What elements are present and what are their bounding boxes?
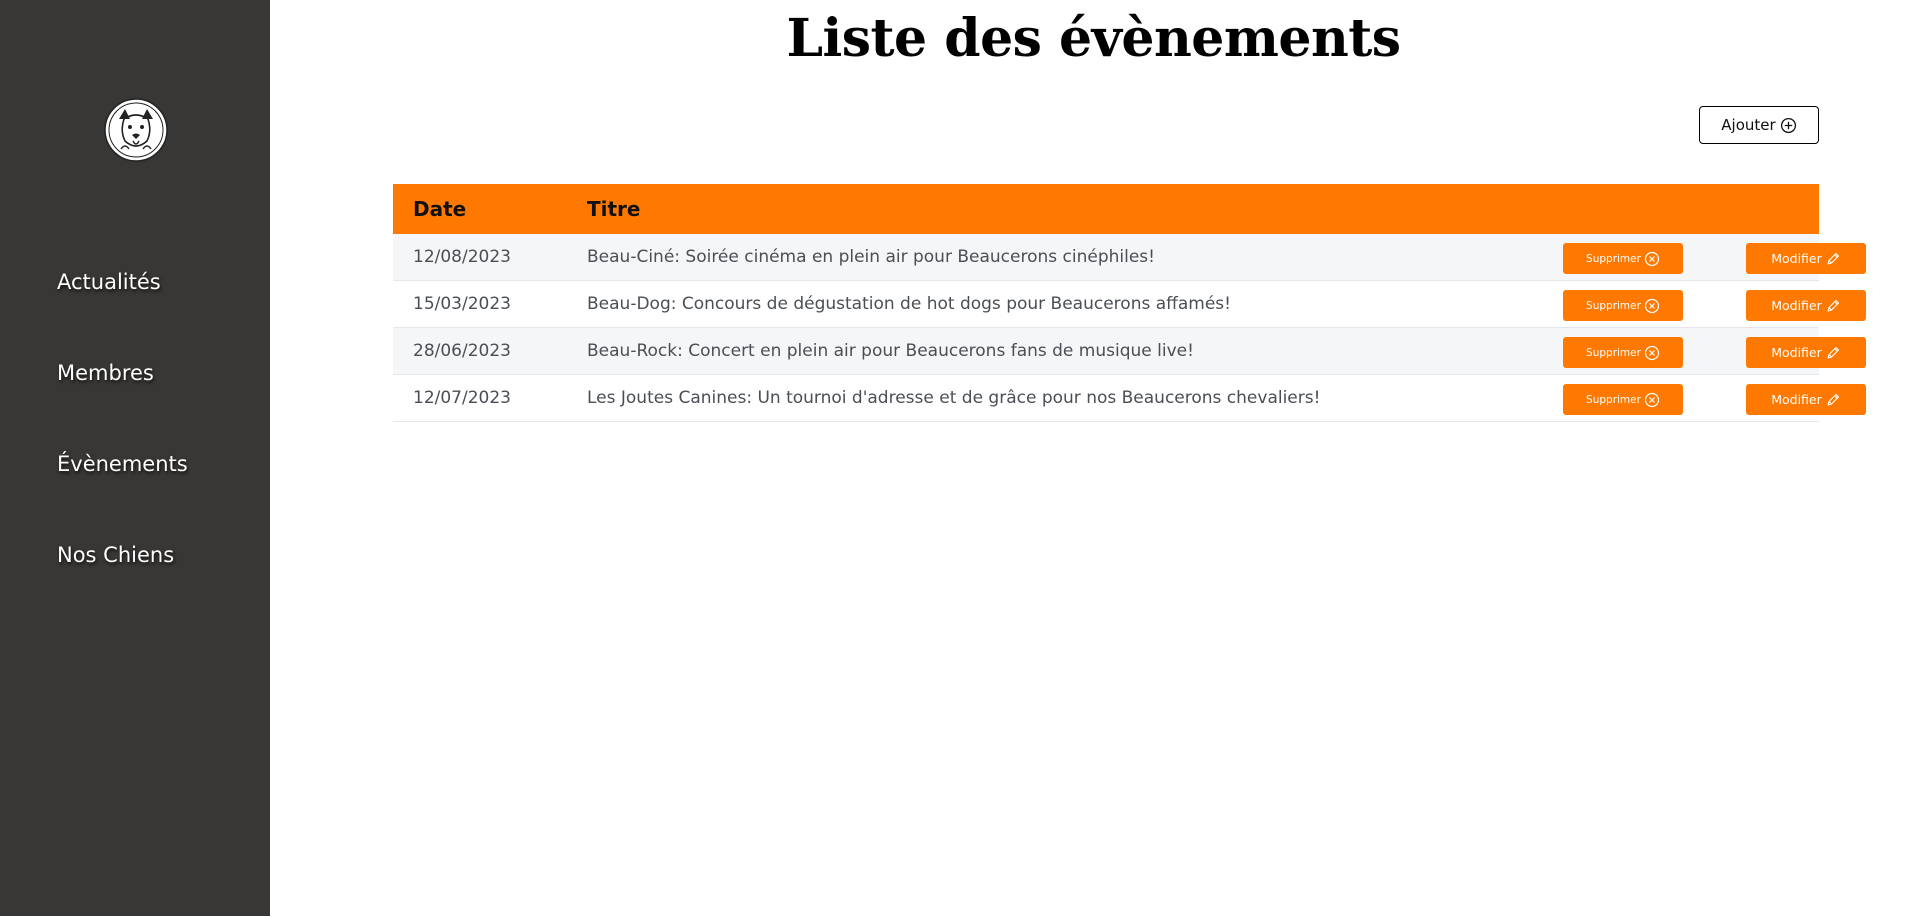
row-date: 12/08/2023 <box>413 247 511 267</box>
delete-button[interactable]: Supprimer <box>1563 337 1683 368</box>
x-circle-icon <box>1644 251 1660 266</box>
delete-button[interactable]: Supprimer <box>1563 384 1683 415</box>
row-title: Beau-Rock: Concert en plein air pour Bea… <box>587 341 1194 361</box>
x-circle-icon <box>1644 298 1660 313</box>
table-row: 28/06/2023 Beau-Rock: Concert en plein a… <box>393 328 1866 375</box>
delete-label: Supprimer <box>1586 346 1641 359</box>
delete-label: Supprimer <box>1586 252 1641 265</box>
delete-button[interactable]: Supprimer <box>1563 243 1683 274</box>
main-content: Liste des évènements Ajouter Date Titre … <box>270 0 1917 916</box>
page-title: Liste des évènements <box>786 8 1401 69</box>
delete-button[interactable]: Supprimer <box>1563 290 1683 321</box>
pencil-icon <box>1827 346 1839 359</box>
row-title: Beau-Ciné: Soirée cinéma en plein air po… <box>587 247 1155 267</box>
nav-nos-chiens[interactable]: Nos Chiens <box>57 543 174 567</box>
row-date: 28/06/2023 <box>413 341 511 361</box>
pencil-icon <box>1827 393 1839 406</box>
edit-label: Modifier <box>1771 298 1822 313</box>
x-circle-icon <box>1644 392 1660 407</box>
events-table: Date Titre 12/08/2023 Beau-Ciné: Soirée … <box>393 184 1866 422</box>
row-date: 12/07/2023 <box>413 388 511 408</box>
header-date: Date <box>413 197 467 221</box>
nav-membres[interactable]: Membres <box>57 361 154 385</box>
edit-label: Modifier <box>1771 251 1822 266</box>
header-title: Titre <box>587 197 641 221</box>
pencil-icon <box>1827 299 1839 312</box>
row-title: Les Joutes Canines: Un tournoi d'adresse… <box>587 388 1321 408</box>
table-row: 12/08/2023 Beau-Ciné: Soirée cinéma en p… <box>393 234 1866 281</box>
edit-button[interactable]: Modifier <box>1746 243 1866 274</box>
row-date: 15/03/2023 <box>413 294 511 314</box>
plus-circle-icon <box>1780 117 1796 133</box>
x-circle-icon <box>1644 345 1660 360</box>
edit-button[interactable]: Modifier <box>1746 290 1866 321</box>
table-header: Date Titre <box>393 184 1819 234</box>
table-row: 15/03/2023 Beau-Dog: Concours de dégusta… <box>393 281 1866 328</box>
table-row: 12/07/2023 Les Joutes Canines: Un tourno… <box>393 375 1866 422</box>
add-event-button[interactable]: Ajouter <box>1699 106 1819 144</box>
pencil-icon <box>1827 252 1839 265</box>
delete-label: Supprimer <box>1586 393 1641 406</box>
nav-actualites[interactable]: Actualités <box>57 270 161 294</box>
nav-evenements[interactable]: Évènements <box>57 452 188 476</box>
add-button-label: Ajouter <box>1721 116 1776 134</box>
dog-logo-icon[interactable] <box>103 97 169 163</box>
delete-label: Supprimer <box>1586 299 1641 312</box>
edit-button[interactable]: Modifier <box>1746 384 1866 415</box>
edit-label: Modifier <box>1771 345 1822 360</box>
edit-button[interactable]: Modifier <box>1746 337 1866 368</box>
row-title: Beau-Dog: Concours de dégustation de hot… <box>587 294 1231 314</box>
edit-label: Modifier <box>1771 392 1822 407</box>
sidebar: Actualités Membres Évènements Nos Chiens <box>0 0 270 916</box>
